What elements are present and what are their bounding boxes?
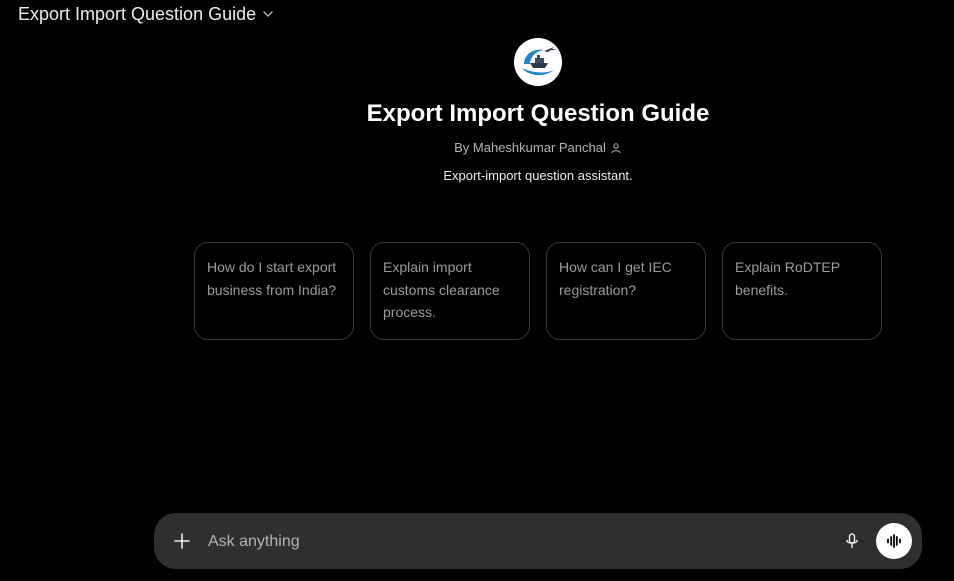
- starter-card[interactable]: How do I start export business from Indi…: [194, 242, 354, 340]
- author-label: By Maheshkumar Panchal: [454, 140, 606, 155]
- chevron-down-icon: [262, 8, 274, 20]
- message-composer: [154, 513, 922, 569]
- chat-page: Export Import Question Guide Export Impo…: [0, 0, 954, 581]
- gpt-avatar: [514, 38, 562, 86]
- starter-card[interactable]: Explain import customs clearance process…: [370, 242, 530, 340]
- gpt-description: Export-import question assistant.: [443, 168, 633, 183]
- ship-plane-logo: [514, 38, 562, 86]
- starter-card[interactable]: How can I get IEC registration?: [546, 242, 706, 340]
- person-icon: [610, 142, 622, 154]
- microphone-icon[interactable]: [840, 529, 864, 553]
- starter-card[interactable]: Explain RoDTEP benefits.: [722, 242, 882, 340]
- gpt-name: Export Import Question Guide: [366, 100, 710, 127]
- gpt-author[interactable]: By Maheshkumar Panchal: [0, 140, 954, 155]
- gpt-title-label: Export Import Question Guide: [18, 3, 257, 24]
- voice-mode-icon[interactable]: [876, 523, 912, 559]
- conversation-starters: How do I start export business from Indi…: [194, 242, 882, 340]
- gpt-title-dropdown[interactable]: Export Import Question Guide: [10, 2, 282, 26]
- plus-icon[interactable]: [170, 529, 194, 553]
- message-input[interactable]: [206, 527, 830, 557]
